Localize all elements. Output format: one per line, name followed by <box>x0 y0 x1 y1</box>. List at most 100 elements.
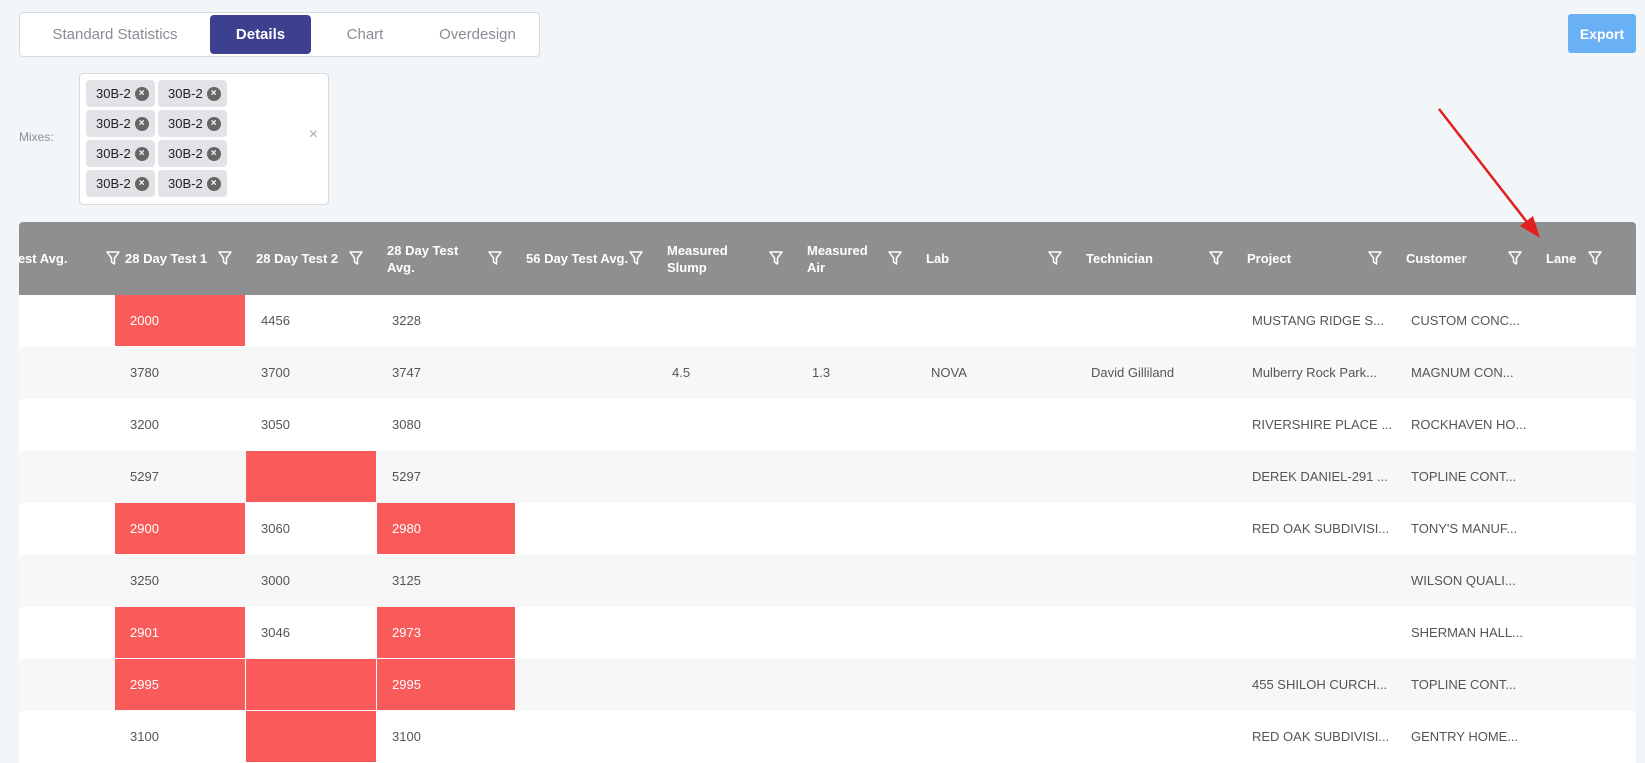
table-cell <box>1076 711 1237 763</box>
table-cell <box>516 711 657 763</box>
table-cell: 3228 <box>392 313 421 328</box>
table-cell <box>797 711 916 763</box>
clear-all-icon[interactable]: × <box>309 126 318 144</box>
table-row[interactable]: 3250 3000 3125 WILSON QUALI... <box>19 555 1636 607</box>
column-header-label: 56 Day Test Avg. <box>526 251 629 266</box>
column-header[interactable]: 56 Day Test Avg. <box>516 222 657 295</box>
remove-chip-icon[interactable]: × <box>206 146 221 161</box>
tab-standard-statistics[interactable]: Standard Statistics <box>30 15 200 54</box>
table-cell: 3747 <box>392 365 421 380</box>
table-cell: 3700 <box>261 365 290 380</box>
table-cell: 3125 <box>392 573 421 588</box>
remove-chip-icon[interactable]: × <box>134 146 149 161</box>
filter-icon[interactable] <box>488 250 502 266</box>
table-cell <box>516 347 657 399</box>
table-cell <box>19 711 115 763</box>
filter-icon[interactable] <box>888 250 902 266</box>
table-cell: 3046 <box>261 625 290 640</box>
filter-icon[interactable] <box>218 250 232 266</box>
table-cell: CUSTOM CONC... <box>1411 313 1520 328</box>
table-cell <box>19 399 115 451</box>
column-header[interactable]: Measured Slump <box>657 222 797 295</box>
table-row[interactable]: 2000 4456 3228 MUSTANG RIDGE S... CUSTOM CON… <box>19 295 1636 347</box>
table-cell: 5297 <box>130 469 159 484</box>
table-row[interactable]: 2900 3060 2980 RED OAK SUBDIVISI... TONY'S M… <box>19 503 1636 555</box>
table-cell <box>1076 607 1237 659</box>
column-header[interactable]: 28 Day Test 1 <box>115 222 246 295</box>
filter-icon[interactable] <box>1588 250 1602 266</box>
table-cell <box>1536 607 1636 659</box>
remove-chip-icon[interactable]: × <box>206 176 221 191</box>
export-button[interactable]: Export <box>1568 14 1636 53</box>
table-cell <box>516 295 657 347</box>
table-cell <box>657 659 797 711</box>
column-header[interactable]: 28 Day Test Avg. <box>377 222 516 295</box>
tab-details[interactable]: Details <box>210 15 311 54</box>
mix-chip-label: 30B-2 <box>96 146 131 161</box>
table-cell: 2995 <box>377 659 515 710</box>
filter-icon[interactable] <box>1368 250 1382 266</box>
mix-chip: 30B-2 × <box>158 140 227 167</box>
table-cell <box>1076 503 1237 555</box>
table-cell <box>1536 555 1636 607</box>
filter-icon[interactable] <box>629 250 643 266</box>
table-cell <box>657 399 797 451</box>
tab-chart[interactable]: Chart <box>315 15 415 54</box>
table-row[interactable]: 3200 3050 3080 RIVERSHIRE PLACE ... ROCKHAVE… <box>19 399 1636 451</box>
table-header: y Test Avg. 28 Day Test 1 28 Day Test 2 28 … <box>19 222 1636 295</box>
column-header[interactable]: Technician <box>1076 222 1237 295</box>
column-header[interactable]: Measured Air <box>797 222 916 295</box>
column-header[interactable]: Customer <box>1396 222 1536 295</box>
column-header-label: Measured Slump <box>667 242 728 275</box>
table-cell: 2901 <box>115 607 245 658</box>
remove-chip-icon[interactable]: × <box>206 116 221 131</box>
column-header[interactable]: Lane <box>1536 222 1616 295</box>
table-row[interactable]: 3100 3100 RED OAK SUBDIVISI... GENTRY HOME.… <box>19 711 1636 763</box>
table-cell <box>246 711 376 762</box>
column-header[interactable]: 28 Day Test 2 <box>246 222 377 295</box>
table-cell: 2995 <box>115 659 245 710</box>
table-row[interactable]: 5297 5297 DEREK DANIEL-291 ... TOPLINE CONT… <box>19 451 1636 503</box>
table-cell <box>1536 503 1636 555</box>
table-cell <box>246 451 376 502</box>
filter-icon[interactable] <box>1209 250 1223 266</box>
table-cell <box>797 555 916 607</box>
remove-chip-icon[interactable]: × <box>134 116 149 131</box>
table-cell: RED OAK SUBDIVISI... <box>1252 729 1390 744</box>
table-cell: 3100 <box>392 729 421 744</box>
table-cell <box>797 399 916 451</box>
mix-chip: 30B-2 × <box>158 110 227 137</box>
remove-chip-icon[interactable]: × <box>206 86 221 101</box>
column-header-label: Lane <box>1546 251 1577 266</box>
column-header[interactable]: Project <box>1237 222 1396 295</box>
column-header[interactable]: Lab <box>916 222 1076 295</box>
table-cell <box>797 451 916 503</box>
table-cell <box>1237 607 1396 659</box>
table-cell <box>1076 451 1237 503</box>
filter-icon[interactable] <box>349 250 363 266</box>
table-cell <box>797 503 916 555</box>
mixes-multiselect[interactable]: 30B-2 × 30B-2 × 30B-2 × 30B-2 × 30B-2 × 30B-2 × 30B-… <box>79 73 329 205</box>
filter-icon[interactable] <box>1508 250 1522 266</box>
table-row[interactable]: 2901 3046 2973 SHERMAN HALL... <box>19 607 1636 659</box>
table-cell <box>657 711 797 763</box>
table-cell <box>516 659 657 711</box>
table-cell <box>19 451 115 503</box>
mix-chip: 30B-2 × <box>158 170 227 197</box>
table-cell <box>916 555 1076 607</box>
tab-overdesign[interactable]: Overdesign <box>420 15 535 54</box>
table-row[interactable]: 2995 2995 455 SHILOH CURCH... TOPLINE CONT.… <box>19 659 1636 711</box>
table-cell <box>516 555 657 607</box>
table-cell <box>516 607 657 659</box>
table-row[interactable]: 3780 3700 3747 4.5 1.3 NOVA David Gilliland Mul… <box>19 347 1636 399</box>
remove-chip-icon[interactable]: × <box>134 176 149 191</box>
remove-chip-icon[interactable]: × <box>134 86 149 101</box>
table-cell: 4.5 <box>672 365 691 380</box>
filter-icon[interactable] <box>769 250 783 266</box>
table-cell <box>657 555 797 607</box>
table-cell <box>916 711 1076 763</box>
column-header-label: Technician <box>1086 251 1153 266</box>
table-cell: 2973 <box>377 607 515 658</box>
filter-icon[interactable] <box>1048 250 1062 266</box>
table-cell <box>657 295 797 347</box>
